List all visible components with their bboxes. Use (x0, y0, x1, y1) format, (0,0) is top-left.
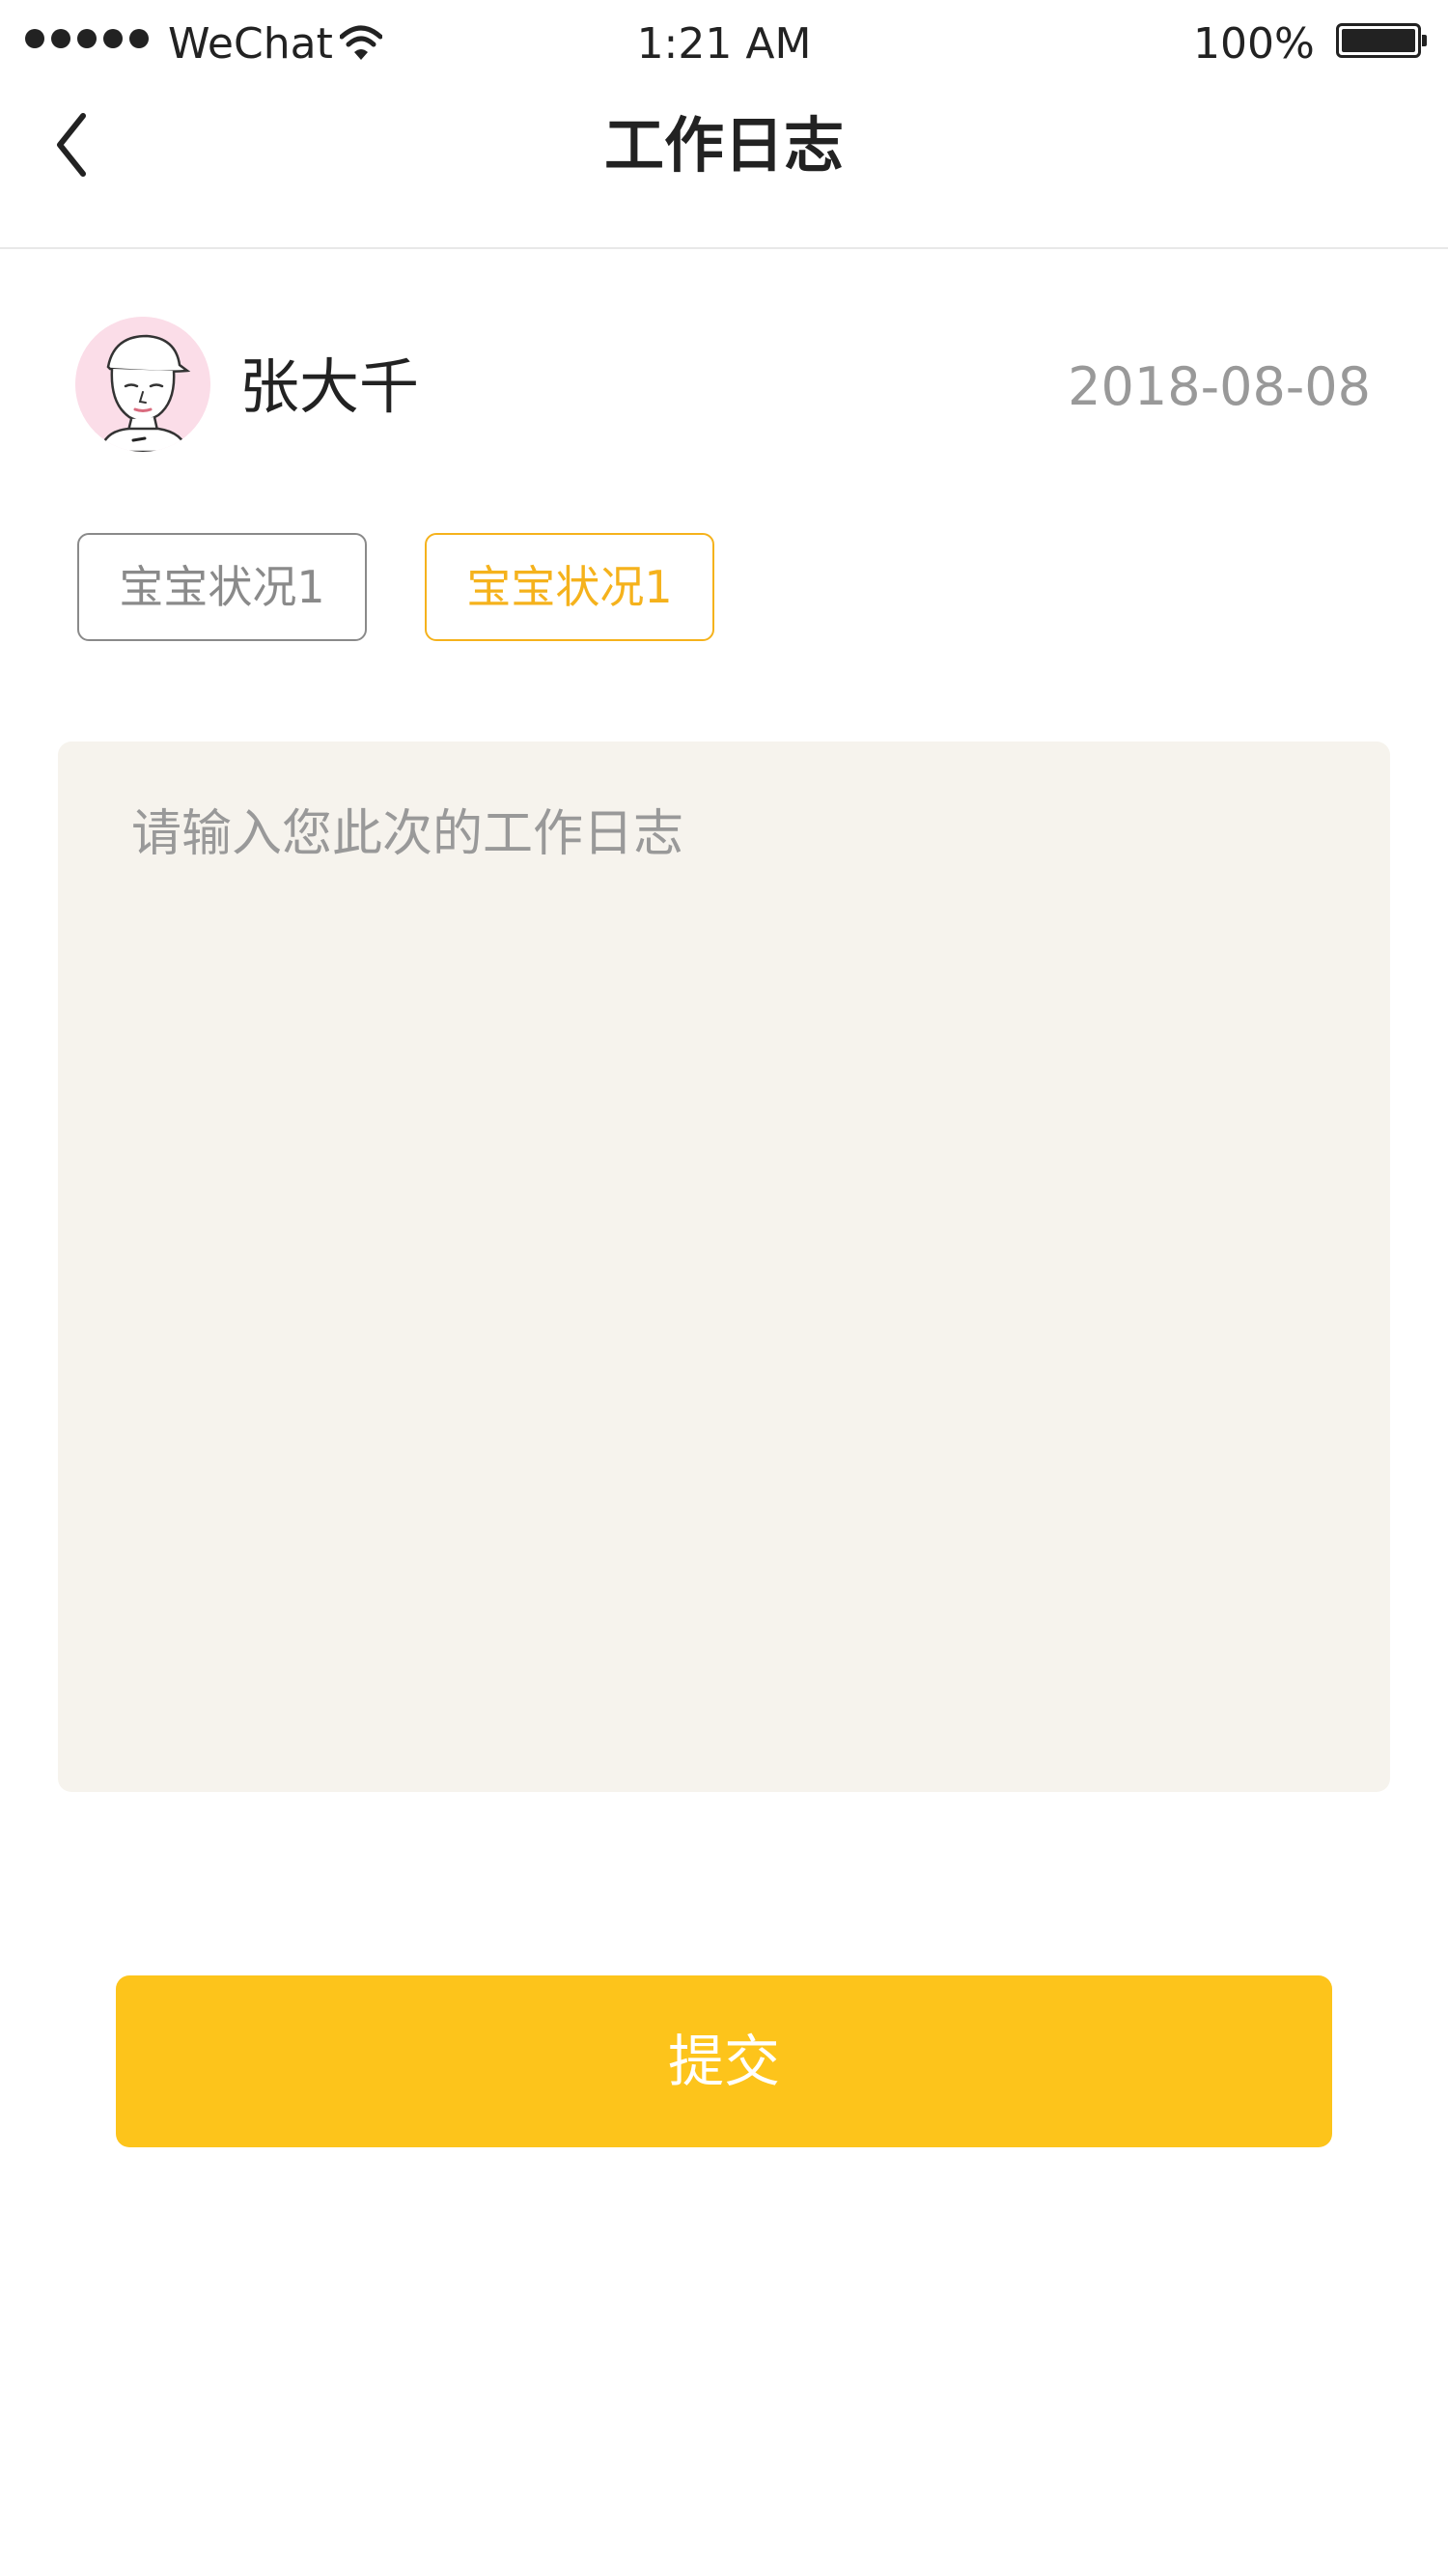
work-log-input[interactable] (58, 742, 1390, 1792)
navigation-bar: 工作日志 (0, 85, 1448, 249)
submit-button[interactable]: 提交 (116, 1975, 1332, 2147)
status-bar: WeChat 1:21 AM 100% (0, 0, 1448, 85)
battery-icon (1336, 23, 1427, 58)
battery-percentage: 100% (1193, 19, 1315, 69)
user-info-row: 张大千 2018-08-08 (0, 309, 1448, 463)
log-date: 2018-08-08 (1068, 356, 1371, 417)
avatar (75, 317, 210, 452)
avatar-illustration (75, 317, 210, 452)
battery-fill (1342, 29, 1415, 52)
battery-nub (1422, 35, 1427, 46)
user-name: 张大千 (239, 351, 420, 422)
status-tag-1[interactable]: 宝宝状况1 (77, 533, 367, 641)
page-title: 工作日志 (603, 110, 844, 181)
status-tag-2-selected[interactable]: 宝宝状况1 (425, 533, 714, 641)
